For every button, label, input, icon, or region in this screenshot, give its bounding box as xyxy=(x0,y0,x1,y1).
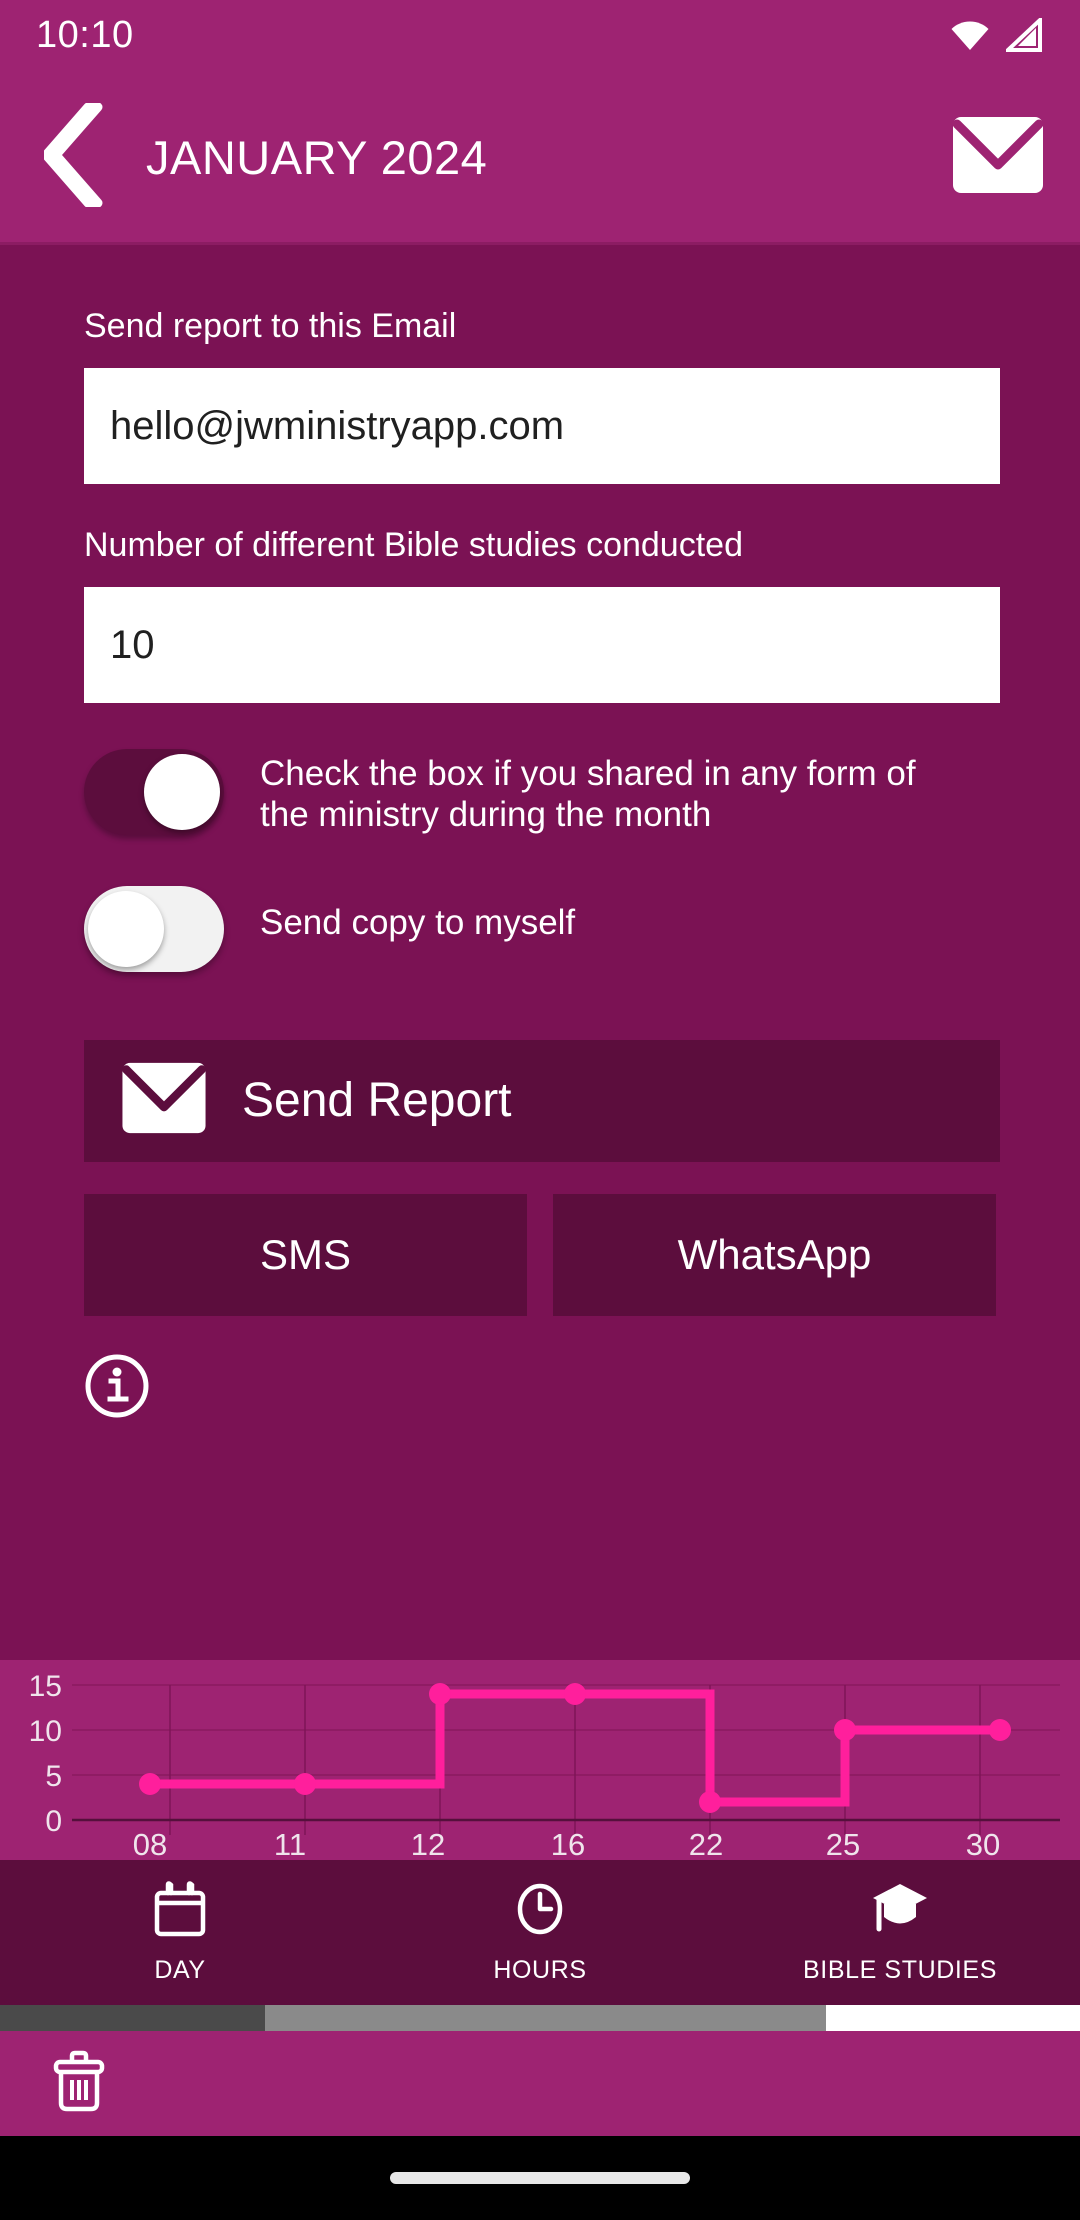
chart-xtick: 22 xyxy=(689,1827,723,1860)
send-report-button[interactable]: Send Report xyxy=(84,1040,1000,1162)
chart-svg: 15 10 5 0 08 11 12 16 xyxy=(0,1660,1080,1860)
chart-point xyxy=(429,1683,451,1705)
activity-chart[interactable]: 15 10 5 0 08 11 12 16 xyxy=(0,1660,1080,1860)
back-button[interactable] xyxy=(44,108,124,208)
page-indicator-bar[interactable] xyxy=(0,2005,1080,2031)
envelope-icon xyxy=(952,116,1044,199)
toggle-row-copy: Send copy to myself xyxy=(84,882,996,972)
whatsapp-button[interactable]: WhatsApp xyxy=(553,1194,996,1316)
phone-screen: 10:10 JANUARY 2024 xyxy=(0,0,1080,2220)
chart-xtick: 30 xyxy=(966,1827,1000,1860)
nav-item-hours[interactable]: HOURS xyxy=(360,1860,720,2005)
send-copy-label: Send copy to myself xyxy=(260,882,575,943)
graduation-cap-icon xyxy=(870,1881,930,1942)
envelope-icon xyxy=(118,1062,210,1139)
chart-point xyxy=(564,1683,586,1705)
chart-xtick: 16 xyxy=(551,1827,585,1860)
email-input[interactable]: hello@jwministryapp.com xyxy=(84,368,1000,484)
chart-ytick: 10 xyxy=(29,1715,62,1748)
share-button-row: SMS WhatsApp xyxy=(84,1194,996,1316)
info-circle-icon xyxy=(84,1353,150,1424)
chart-ytick: 15 xyxy=(29,1670,62,1703)
system-gesture-bar xyxy=(0,2136,1080,2220)
chart-point xyxy=(989,1719,1011,1741)
chart-point xyxy=(294,1773,316,1795)
nav-label-hours: HOURS xyxy=(493,1956,586,1985)
clock-icon xyxy=(514,1881,566,1942)
app-bar: JANUARY 2024 xyxy=(0,70,1080,245)
chart-point xyxy=(699,1791,721,1813)
email-field-label: Send report to this Email xyxy=(84,307,996,346)
chart-xtick: 11 xyxy=(274,1827,306,1860)
toggle-thumb xyxy=(144,754,220,830)
calendar-icon xyxy=(154,1881,206,1942)
home-indicator[interactable] xyxy=(390,2172,690,2184)
page-indicator-segment-3[interactable] xyxy=(826,2005,1080,2031)
info-button[interactable] xyxy=(84,1356,150,1422)
nav-label-day: DAY xyxy=(154,1956,205,1985)
toggle-thumb xyxy=(88,891,164,967)
mail-button[interactable] xyxy=(950,110,1046,206)
chart-point xyxy=(834,1719,856,1741)
chart-ytick: 0 xyxy=(45,1805,62,1838)
toggle-row-ministry: Check the box if you shared in any form … xyxy=(84,745,996,836)
delete-button[interactable] xyxy=(46,2051,112,2117)
chart-x-ticks: 08 11 12 16 22 25 30 xyxy=(133,1827,1000,1860)
bible-studies-input[interactable]: 10 xyxy=(84,587,1000,703)
send-copy-toggle[interactable] xyxy=(84,886,224,972)
sms-button[interactable]: SMS xyxy=(84,1194,527,1316)
nav-label-bible-studies: BIBLE STUDIES xyxy=(803,1956,997,1985)
page-indicator-segment-2[interactable] xyxy=(265,2005,827,2031)
studies-field-label: Number of different Bible studies conduc… xyxy=(84,526,996,565)
chart-xtick: 25 xyxy=(826,1827,860,1860)
trash-icon xyxy=(48,2048,110,2119)
status-time: 10:10 xyxy=(36,14,134,57)
wifi-icon xyxy=(950,18,990,52)
bottom-navigation: DAY HOURS BIBLE STUDIES xyxy=(0,1860,1080,2005)
chart-ytick: 5 xyxy=(45,1760,62,1793)
send-report-label: Send Report xyxy=(242,1073,512,1128)
bottom-toolbar xyxy=(0,2031,1080,2136)
chart-vgridlines xyxy=(170,1685,980,1835)
page-title: JANUARY 2024 xyxy=(146,130,487,185)
chart-xtick: 12 xyxy=(411,1827,445,1860)
chart-xtick: 08 xyxy=(133,1827,167,1860)
back-chevron-icon xyxy=(44,103,106,212)
cellular-signal-icon xyxy=(1006,18,1044,52)
shared-in-ministry-toggle[interactable] xyxy=(84,749,224,835)
chart-y-ticks: 15 10 5 0 xyxy=(29,1670,62,1838)
shared-in-ministry-label: Check the box if you shared in any form … xyxy=(260,745,960,836)
page-indicator-segment-1[interactable] xyxy=(0,2005,265,2031)
nav-item-bible-studies[interactable]: BIBLE STUDIES xyxy=(720,1860,1080,2005)
status-icons xyxy=(950,18,1044,52)
status-bar: 10:10 xyxy=(0,0,1080,70)
chart-point xyxy=(139,1773,161,1795)
report-form: Send report to this Email hello@jwminist… xyxy=(0,245,1080,1660)
nav-item-day[interactable]: DAY xyxy=(0,1860,360,2005)
